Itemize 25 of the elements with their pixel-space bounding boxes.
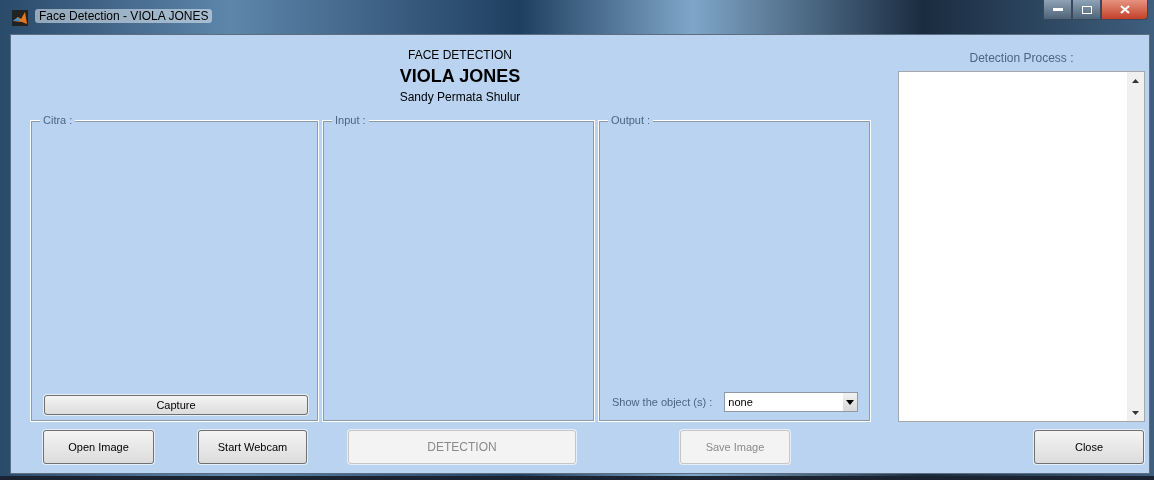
open-image-button[interactable]: Open Image — [43, 430, 154, 464]
panel-title: Input : — [332, 114, 369, 126]
maximize-icon — [1081, 5, 1092, 14]
panel-title: Output : — [608, 114, 654, 126]
author-name: Sandy Permata Shulur — [399, 90, 521, 104]
maximize-button[interactable] — [1072, 0, 1101, 20]
dropdown-arrow-icon — [846, 399, 855, 405]
scroll-up-icon — [1132, 79, 1139, 83]
capture-button[interactable]: Capture — [44, 395, 308, 415]
scroll-down-icon — [1132, 411, 1139, 415]
app-icon — [12, 10, 28, 26]
app-subtitle: FACE DETECTION — [408, 48, 512, 62]
close-button[interactable] — [1101, 0, 1148, 20]
show-object-label: Show the object (s) : — [612, 396, 713, 408]
object-dropdown[interactable]: none — [724, 392, 859, 412]
minimize-button[interactable] — [1043, 0, 1072, 20]
minimize-icon — [1052, 7, 1063, 12]
window-title: Face Detection - VIOLA JONES — [35, 9, 213, 23]
close-icon — [1119, 5, 1130, 14]
detection-process-label: Detection Process : — [968, 51, 1075, 67]
scrollbar[interactable] — [1127, 72, 1144, 421]
close-app-button[interactable]: Close — [1034, 430, 1144, 464]
app-title: VIOLA JONES — [399, 66, 521, 87]
start-webcam-button[interactable]: Start Webcam — [198, 430, 307, 464]
panel-title: Citra : — [40, 114, 76, 126]
